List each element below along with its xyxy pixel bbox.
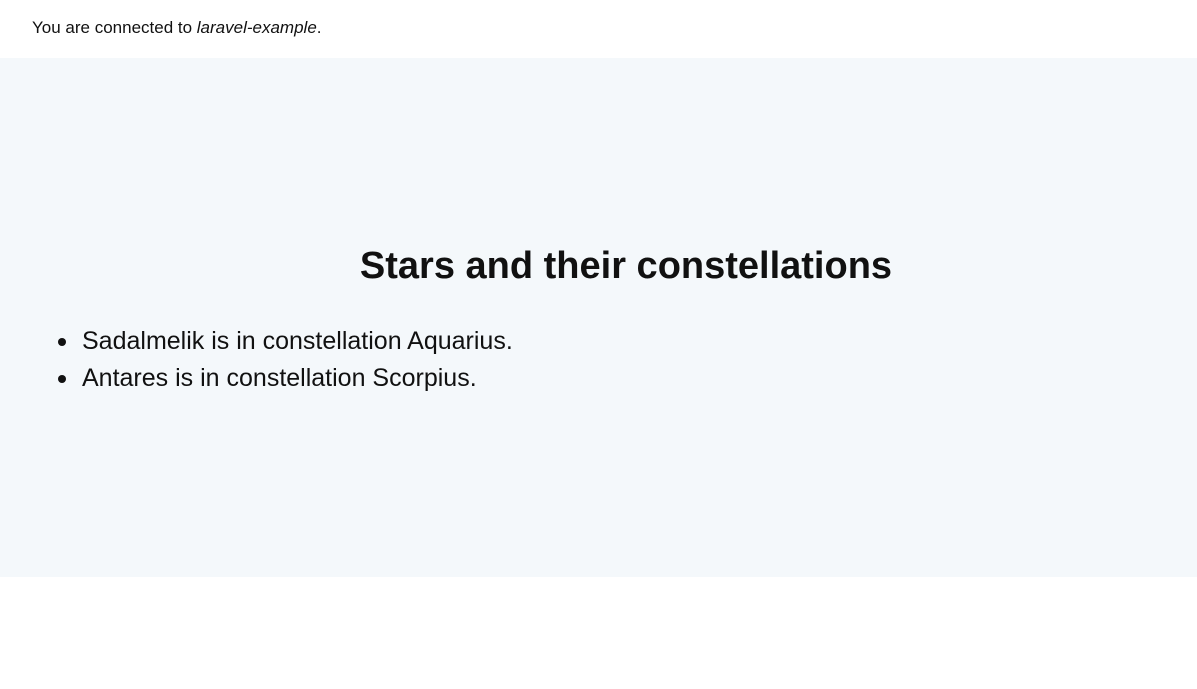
list-item-text: Antares is in constellation Scorpius. [82,364,477,392]
topbar: You are connected to laravel-example. [0,0,1197,58]
connection-status: You are connected to laravel-example. [32,18,322,38]
database-name: laravel-example [196,18,317,37]
connection-prefix: You are connected to [32,18,197,37]
bullet-icon [58,375,66,383]
main-panel: Stars and their constellations Sadalmeli… [0,58,1197,577]
list-item-text: Sadalmelik is in constellation Aquarius. [82,327,513,355]
page-title: Stars and their constellations [359,245,893,287]
connection-suffix: . [316,18,322,37]
bullet-icon [58,338,66,346]
star-list: Sadalmelik is in constellation Aquarius.… [42,323,513,397]
list-item: Antares is in constellation Scorpius. [42,360,513,397]
list-item: Sadalmelik is in constellation Aquarius. [42,323,513,360]
